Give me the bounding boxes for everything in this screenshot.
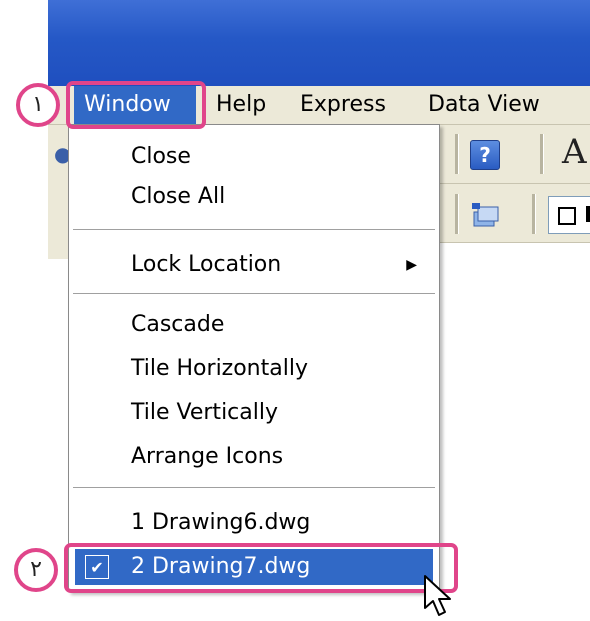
- menu-help[interactable]: Help: [216, 86, 266, 124]
- menu-item-tile-vertically[interactable]: Tile Vertically: [69, 395, 439, 431]
- step-1-badge: ١: [16, 83, 60, 127]
- menu-item-lock-location[interactable]: Lock Location ▶: [69, 247, 439, 283]
- menu-separator: [73, 293, 435, 294]
- mouse-pointer-icon: [424, 575, 451, 616]
- toolbar-separator: [532, 194, 536, 234]
- step-2-badge: ٢: [14, 548, 58, 592]
- menu-item-tile-horizontally[interactable]: Tile Horizontally: [69, 351, 439, 387]
- menu-item-cascade[interactable]: Cascade: [69, 307, 439, 343]
- menu-item-label: 1 Drawing6.dwg: [131, 510, 311, 535]
- menu-item-label: Tile Vertically: [131, 400, 278, 425]
- menu-item-close[interactable]: Close: [69, 139, 439, 175]
- menu-item-label: Close All: [131, 184, 226, 209]
- menu-item-label: Tile Horizontally: [131, 356, 308, 381]
- field-text-mark: [586, 206, 590, 222]
- menu-item-label: Cascade: [131, 312, 225, 337]
- highlight-window-menu: [66, 81, 206, 129]
- toolbar-separator: [455, 194, 459, 234]
- submenu-arrow-icon: ▶: [406, 257, 417, 273]
- layers-icon[interactable]: [470, 202, 500, 230]
- menu-item-arrange-icons[interactable]: Arrange Icons: [69, 439, 439, 475]
- help-icon[interactable]: ?: [470, 140, 500, 170]
- highlight-drawing7-item: [64, 543, 458, 593]
- title-bar: [48, 0, 590, 86]
- menu-item-drawing6[interactable]: 1 Drawing6.dwg: [69, 505, 439, 541]
- text-tool-icon[interactable]: A: [562, 132, 587, 172]
- menu-item-close-all[interactable]: Close All: [69, 179, 439, 215]
- menu-separator: [73, 229, 435, 230]
- menu-item-label: Lock Location: [131, 252, 282, 277]
- window-menu-dropdown: Close Close All Lock Location ▶ Cascade …: [68, 124, 440, 592]
- menu-item-label: Arrange Icons: [131, 444, 284, 469]
- menu-data-view[interactable]: Data View: [428, 86, 540, 124]
- toolbar-separator: [455, 134, 459, 174]
- menu-separator: [73, 487, 435, 488]
- checkbox-icon[interactable]: [558, 207, 576, 225]
- menu-express[interactable]: Express: [300, 86, 386, 124]
- toolbar-separator: [540, 134, 544, 174]
- screenshot-stage: ● ? A Window Help Express Data View Clos…: [0, 0, 590, 621]
- menu-item-label: Close: [131, 144, 191, 169]
